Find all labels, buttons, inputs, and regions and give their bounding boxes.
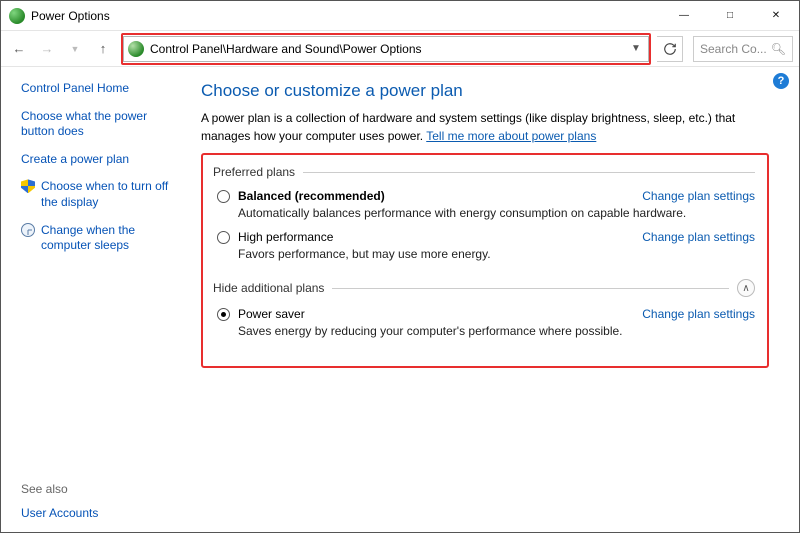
change-plan-settings-link[interactable]: Change plan settings	[642, 189, 755, 203]
up-button[interactable]: ↑	[91, 37, 115, 61]
recent-locations-button[interactable]: ▼	[63, 37, 87, 61]
annotation-highlight-plans: Preferred plans Balanced (recommended) C…	[201, 153, 769, 368]
sidebar-link[interactable]: Control Panel Home	[21, 81, 129, 97]
radio-power-saver[interactable]	[217, 308, 230, 321]
plan-description: Favors performance, but may use more ene…	[238, 247, 755, 261]
sidebar-link[interactable]: Change when the computer sleeps	[41, 223, 181, 254]
maximize-button[interactable]: □	[707, 1, 753, 31]
close-button[interactable]: ✕	[753, 1, 799, 31]
search-placeholder: Search Co...	[700, 42, 771, 56]
see-also-section: See also User Accounts	[21, 472, 181, 522]
plan-description: Automatically balances performance with …	[238, 206, 755, 220]
search-icon: 🔍︎	[771, 42, 786, 56]
radio-balanced[interactable]	[217, 190, 230, 203]
sidebar-item-computer-sleeps[interactable]: Change when the computer sleeps	[21, 223, 181, 254]
change-plan-settings-link[interactable]: Change plan settings	[642, 230, 755, 244]
address-dropdown-icon[interactable]: ▼	[628, 43, 644, 54]
app-icon	[9, 8, 25, 24]
sidebar-item-user-accounts[interactable]: User Accounts	[21, 506, 181, 522]
back-button[interactable]: ←	[7, 37, 31, 61]
radio-high-performance[interactable]	[217, 231, 230, 244]
window-title: Power Options	[31, 9, 110, 23]
plan-name[interactable]: High performance	[238, 230, 333, 244]
minimize-button[interactable]: —	[661, 1, 707, 31]
sidebar-item-create-plan[interactable]: Create a power plan	[21, 152, 181, 168]
chevron-up-icon[interactable]: ∧	[737, 279, 755, 297]
sidebar-item-power-button[interactable]: Choose what the power button does	[21, 109, 181, 140]
plan-name[interactable]: Power saver	[238, 307, 305, 321]
refresh-button[interactable]	[657, 36, 683, 62]
shield-icon	[21, 179, 35, 193]
search-box[interactable]: Search Co... 🔍︎	[693, 36, 793, 62]
titlebar: Power Options — □ ✕	[1, 1, 799, 31]
forward-button[interactable]: →	[35, 37, 59, 61]
sidebar-link[interactable]: Choose what the power button does	[21, 109, 181, 140]
clock-icon	[21, 223, 35, 237]
control-panel-icon	[128, 41, 144, 57]
plan-power-saver: Power saver Change plan settings Saves e…	[213, 305, 755, 346]
sidebar: Control Panel Home Choose what the power…	[1, 67, 191, 532]
sidebar-item-home[interactable]: Control Panel Home	[21, 81, 181, 97]
page-description: A power plan is a collection of hardware…	[201, 109, 769, 145]
window-root: Power Options — □ ✕ ← → ▼ ↑ Control Pane…	[0, 0, 800, 533]
group-header-toggle[interactable]: Hide additional plans ∧	[213, 279, 755, 297]
address-bar[interactable]: Control Panel\Hardware and Sound\Power O…	[123, 36, 649, 62]
sidebar-link[interactable]: Choose when to turn off the display	[41, 179, 181, 210]
body-area: ? Control Panel Home Choose what the pow…	[1, 67, 799, 532]
learn-more-link[interactable]: Tell me more about power plans	[426, 129, 596, 143]
plan-description: Saves energy by reducing your computer's…	[238, 324, 755, 338]
group-additional-plans: Hide additional plans ∧ Power saver Chan…	[213, 279, 755, 346]
plan-name[interactable]: Balanced (recommended)	[238, 189, 385, 203]
sidebar-link[interactable]: Create a power plan	[21, 152, 129, 168]
address-bar-container: Control Panel\Hardware and Sound\Power O…	[123, 36, 649, 62]
change-plan-settings-link[interactable]: Change plan settings	[642, 307, 755, 321]
main-content: Choose or customize a power plan A power…	[191, 67, 799, 532]
group-header: Preferred plans	[213, 165, 755, 179]
see-also-label: See also	[21, 482, 181, 496]
group-preferred-plans: Preferred plans Balanced (recommended) C…	[213, 165, 755, 269]
page-title: Choose or customize a power plan	[201, 81, 769, 101]
sidebar-item-turn-off-display[interactable]: Choose when to turn off the display	[21, 179, 181, 210]
plan-balanced: Balanced (recommended) Change plan setti…	[213, 187, 755, 228]
nav-row: ← → ▼ ↑ Control Panel\Hardware and Sound…	[1, 31, 799, 67]
plan-high-performance: High performance Change plan settings Fa…	[213, 228, 755, 269]
address-path: Control Panel\Hardware and Sound\Power O…	[150, 42, 628, 56]
sidebar-link[interactable]: User Accounts	[21, 506, 98, 522]
